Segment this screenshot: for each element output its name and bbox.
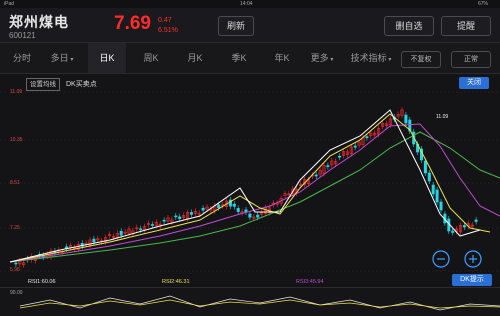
tab-monthly-k[interactable]: 月K (176, 43, 214, 73)
candle-body (14, 262, 18, 265)
stock-name: 郑州煤电 (9, 14, 69, 30)
rsi3-value: RSI3:45.94 (296, 279, 324, 285)
candle-body (232, 203, 236, 207)
rsi1-value: RSI1:60.06 (28, 279, 56, 285)
tab-multi-day[interactable]: 多日 ▾ (44, 43, 80, 73)
high-marker: 11.09 (436, 114, 448, 120)
tab-weekly-k[interactable]: 周K (132, 43, 170, 73)
rsi2-value: RSI2:46.31 (162, 279, 190, 285)
candle-body (353, 145, 357, 148)
candle-body (462, 225, 466, 228)
tab-multi-day-label: 多日 (50, 53, 69, 63)
candle-body (314, 174, 318, 177)
ma20-line (9, 123, 500, 263)
candle-body (427, 172, 431, 182)
y-tick-mid-high: 10.35 (10, 137, 23, 143)
stock-code: 600121 (9, 31, 36, 40)
candle-body (474, 219, 478, 222)
alert-button[interactable]: 提醒 (441, 16, 491, 36)
tab-more-label: 更多 (310, 53, 329, 63)
battery-level: 67% (478, 1, 489, 7)
zoom-out-icon[interactable] (432, 250, 450, 268)
y-tick-bottom: 5.98 (10, 267, 20, 273)
chevron-down-icon: ▾ (68, 57, 74, 63)
no-adjust-button[interactable]: 不复权 (401, 51, 441, 68)
status-bar: iPad 14:04 67% (0, 0, 500, 8)
dk-hint-button[interactable]: DK提示 (452, 274, 492, 286)
remove-watchlist-button[interactable]: 删自选 (384, 16, 434, 36)
candle-body (431, 184, 435, 195)
tab-indicators-label: 技术指标 (350, 53, 387, 63)
tab-indicators[interactable]: 技术指标 ▾ (345, 43, 397, 73)
close-button[interactable]: 关闭 (459, 77, 489, 89)
chevron-down-icon: ▾ (328, 57, 334, 63)
tab-quarterly-k[interactable]: 季K (220, 43, 258, 73)
candles (14, 107, 478, 268)
device-label: iPad (4, 1, 15, 7)
dk-signal-label: DK买卖点 (66, 81, 97, 88)
tab-more[interactable]: 更多 ▾ (302, 43, 342, 73)
clock: 14:04 (240, 1, 253, 7)
candle-body (178, 216, 182, 220)
tab-daily-k[interactable]: 日K (88, 43, 126, 73)
candle-body (338, 155, 342, 158)
tab-intraday[interactable]: 分时 (4, 43, 40, 73)
price-change-pct: 6.51% (158, 27, 178, 34)
quote-header: 郑州煤电 600121 7.69 0.47 6.51% 刷新 删自选 提醒 (0, 8, 500, 43)
ma10-line (9, 113, 491, 263)
ma30-line (9, 131, 500, 263)
candle-body (326, 165, 330, 167)
period-tabs: 分时 多日 ▾ 日K 周K 月K 季K 年K 更多 ▾ 技术指标 ▾ 不复权 正… (0, 43, 500, 74)
y-tick-mid: 8.51 (10, 180, 20, 186)
candle-body (248, 213, 252, 218)
candle-body (92, 238, 96, 243)
chevron-down-icon: ▾ (386, 57, 392, 63)
candle-body (365, 136, 369, 139)
last-price: 7.69 (114, 13, 151, 34)
refresh-button[interactable]: 刷新 (218, 16, 254, 36)
rsi-lines (19, 295, 500, 311)
candle-body (174, 215, 178, 218)
candle-body (201, 207, 205, 211)
y-tick-top: 11.09 (10, 89, 23, 95)
candle-body (423, 160, 427, 174)
candle-body (162, 219, 166, 222)
candle-body (451, 230, 455, 233)
compare-button[interactable]: 正常 (451, 51, 491, 68)
candle-body (119, 231, 123, 236)
candle-body (435, 189, 439, 203)
candlestick-chart[interactable]: 11.09 (0, 74, 500, 286)
y-tick-mid-low: 7.25 (10, 225, 20, 231)
candle-body (150, 224, 154, 226)
tab-yearly-k[interactable]: 年K (264, 43, 300, 73)
candle-body (404, 114, 408, 124)
candle-body (139, 228, 143, 231)
ma-lines (9, 109, 500, 263)
zoom-in-icon[interactable] (464, 250, 482, 268)
price-change: 0.47 (158, 17, 172, 24)
candle-body (256, 214, 260, 218)
ma-settings-button[interactable]: 设置均线 (26, 78, 60, 91)
candle-body (217, 204, 221, 209)
candle-body (439, 201, 443, 211)
candle-body (236, 208, 240, 212)
rsi-panel: 90.00 (0, 287, 500, 316)
candle-body (189, 212, 193, 215)
